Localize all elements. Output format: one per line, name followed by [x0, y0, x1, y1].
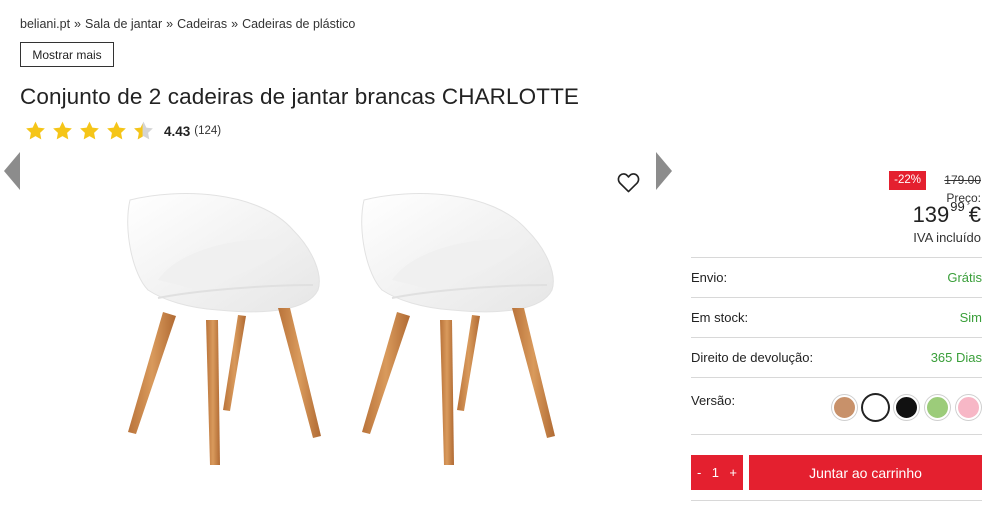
rating-stars: [24, 120, 155, 142]
breadcrumb: beliani.pt» Sala de jantar» Cadeiras» Cadei…: [20, 17, 355, 31]
quantity-decrease-button[interactable]: -: [697, 465, 701, 480]
star-full-icon: [26, 121, 45, 140]
return-label: Direito de devolução:: [691, 350, 814, 365]
breadcrumb-link-dining[interactable]: Sala de jantar: [85, 17, 162, 31]
product-image-chair: [361, 193, 555, 465]
star-full-icon: [80, 121, 99, 140]
price-cents: 99: [950, 199, 965, 214]
quantity-stepper: - 1 +: [691, 455, 743, 490]
heart-icon[interactable]: [617, 172, 640, 193]
swatch-green[interactable]: [925, 395, 950, 420]
version-label: Versão:: [691, 393, 736, 408]
swatch-black[interactable]: [894, 395, 919, 420]
product-image-gallery: [0, 160, 680, 505]
return-value: 365 Dias: [930, 350, 982, 365]
stock-value: Sim: [959, 310, 982, 325]
discount-badge: -22%: [889, 171, 926, 190]
breadcrumb-link-home[interactable]: beliani.pt: [20, 17, 70, 31]
purchase-panel: -22% 179.00 Preço: 13999 € IVA incluído E…: [691, 160, 982, 435]
shipping-row: Envio: Grátis: [691, 257, 982, 297]
vat-note: IVA incluído: [913, 230, 981, 245]
current-price: 13999 €: [912, 199, 981, 228]
review-count: (124): [194, 125, 222, 137]
quantity-increase-button[interactable]: +: [729, 465, 737, 480]
version-row: Versão:: [691, 377, 982, 435]
product-image-chair: [127, 193, 321, 465]
divider: [691, 500, 982, 501]
rating-score: 4.43: [164, 123, 191, 139]
price-currency: €: [968, 202, 981, 227]
quantity-value[interactable]: 1: [712, 465, 719, 480]
shipping-value: Grátis: [947, 270, 982, 285]
swatch-white[interactable]: [863, 395, 888, 420]
breadcrumb-link-chairs[interactable]: Cadeiras: [177, 17, 227, 31]
add-to-cart-button[interactable]: Juntar ao carrinho: [749, 455, 982, 490]
product-rating[interactable]: 4.43 (124): [24, 119, 221, 143]
swatch-pink[interactable]: [956, 395, 981, 420]
old-price: 179.00: [944, 173, 981, 187]
star-partial-icon: [134, 121, 153, 140]
breadcrumb-link-plastic-chairs[interactable]: Cadeiras de plástico: [242, 17, 355, 31]
star-full-icon: [107, 121, 126, 140]
swatch-brown[interactable]: [832, 395, 857, 420]
add-to-cart-section: - 1 + Juntar ao carrinho: [691, 455, 982, 490]
breadcrumb-separator: »: [231, 17, 239, 31]
arrow-right-icon[interactable]: [656, 152, 672, 190]
breadcrumb-separator: »: [74, 17, 81, 31]
show-more-button[interactable]: Mostrar mais: [20, 42, 114, 67]
product-title: Conjunto de 2 cadeiras de jantar brancas…: [20, 84, 580, 109]
shipping-label: Envio:: [691, 270, 728, 285]
stock-row: Em stock: Sim: [691, 297, 982, 337]
star-full-icon: [53, 121, 72, 140]
stock-label: Em stock:: [691, 310, 749, 325]
price-box: -22% 179.00 Preço: 13999 € IVA incluído: [691, 160, 982, 257]
return-row: Direito de devolução: 365 Dias: [691, 337, 982, 377]
version-swatches: [832, 395, 981, 420]
arrow-left-icon[interactable]: [4, 152, 20, 190]
price-main: 139: [912, 202, 950, 227]
breadcrumb-separator: »: [166, 17, 174, 31]
